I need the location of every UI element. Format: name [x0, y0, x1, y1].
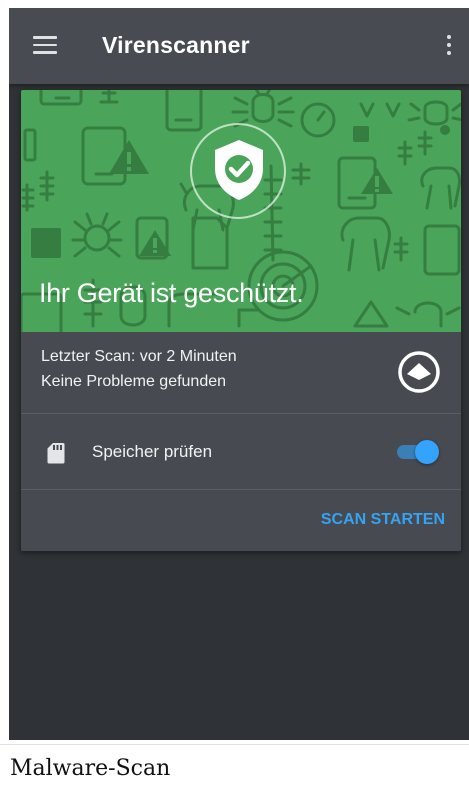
last-scan-time: Letzter Scan: vor 2 Minuten — [41, 348, 237, 365]
figure-caption: Malware-Scan — [10, 756, 171, 781]
problems-found-text: Keine Probleme gefunden — [41, 373, 227, 390]
last-scan-info: Letzter Scan: vor 2 Minuten Keine Proble… — [21, 332, 461, 414]
hamburger-menu-icon[interactable] — [33, 36, 57, 54]
phone-screen: Virenscanner Ihr Gerät ist geschützt. Le… — [9, 8, 469, 740]
status-hero-banner: Ihr Gerät ist geschützt. — [21, 90, 461, 332]
storage-check-toggle[interactable] — [395, 440, 439, 464]
protection-status-card: Ihr Gerät ist geschützt. Letzter Scan: v… — [21, 90, 461, 551]
app-bar: Virenscanner — [9, 8, 469, 84]
caption-divider — [0, 744, 469, 745]
shield-check-icon — [215, 140, 263, 200]
start-scan-button[interactable]: SCAN STARTEN — [321, 511, 445, 529]
more-vert-icon[interactable] — [445, 34, 453, 56]
app-title: Virenscanner — [102, 32, 250, 58]
storage-check-label: Speicher prüfen — [92, 442, 213, 461]
storage-check-row[interactable]: Speicher prüfen — [21, 414, 461, 490]
sd-card-icon — [47, 443, 65, 464]
clean-scan-icon[interactable] — [396, 349, 442, 395]
protection-status-headline: Ihr Gerät ist geschützt. — [39, 278, 304, 308]
toggle-thumb — [415, 440, 439, 464]
